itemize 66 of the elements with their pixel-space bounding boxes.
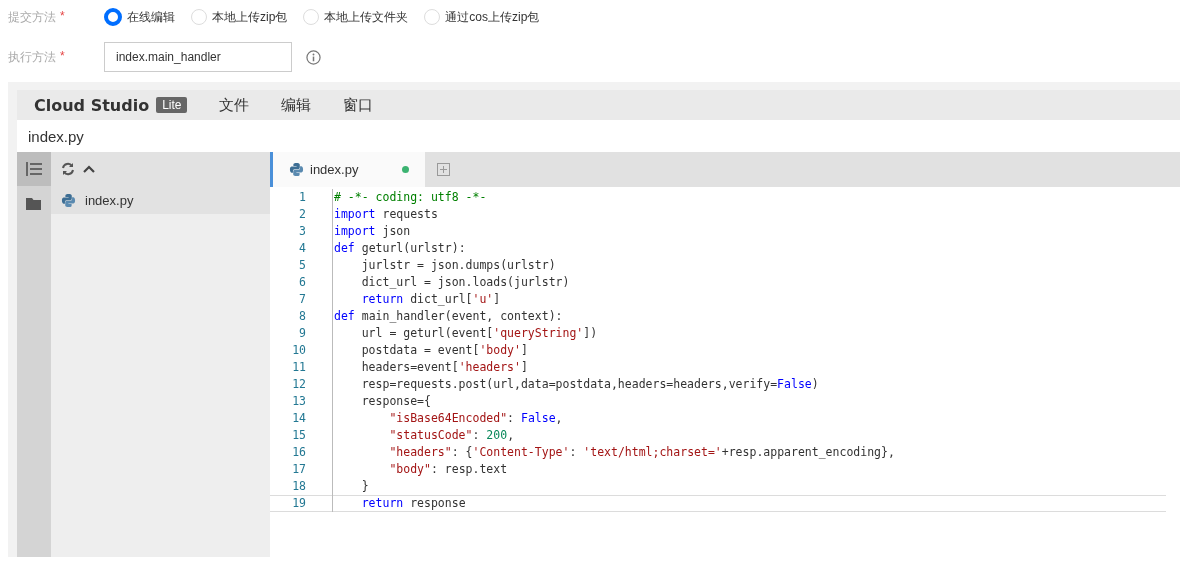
- line-number: 17: [291, 461, 307, 478]
- file-path: index.py: [28, 127, 84, 145]
- line-number: 4: [298, 240, 307, 257]
- line-number: 6: [298, 274, 307, 291]
- code-line: resp=requests.post(url,data=postdata,headers=headers,verify=False): [332, 376, 819, 393]
- plus-icon: [436, 163, 450, 176]
- code-line: # -*- coding: utf8 -*-: [332, 189, 487, 206]
- file-name: index.py: [85, 192, 134, 208]
- line-number: 10: [291, 342, 307, 359]
- line-number: 12: [291, 376, 307, 393]
- line-number: 1: [298, 189, 307, 206]
- code-line: headers=event['headers']: [332, 359, 528, 376]
- line-number: 9: [298, 325, 307, 342]
- radio-option[interactable]: 本地上传zip包: [191, 8, 288, 26]
- python-icon: [61, 192, 76, 208]
- line-number: 15: [291, 427, 307, 444]
- line-number: 16: [291, 444, 307, 461]
- code-line: def geturl(urlstr):: [332, 240, 466, 257]
- line-number: 5: [298, 257, 307, 274]
- line-number: 13: [291, 393, 307, 410]
- code-line: "statusCode": 200,: [332, 427, 515, 444]
- refresh-icon[interactable]: [61, 162, 75, 176]
- list-icon: [26, 162, 42, 176]
- app-title: Cloud Studio: [34, 95, 150, 115]
- required-mark: *: [60, 48, 65, 65]
- code-line: postdata = event['body']: [332, 342, 528, 359]
- line-number: 18: [291, 478, 307, 495]
- field-label: 提交方法: [8, 8, 56, 26]
- line-number: 3: [298, 223, 307, 240]
- tab-label: index.py: [310, 162, 360, 177]
- code-line: response={: [332, 393, 431, 410]
- menu-item[interactable]: 编辑: [281, 95, 312, 115]
- required-mark: *: [60, 8, 65, 25]
- code-line: "body": resp.text: [332, 461, 508, 478]
- info-icon[interactable]: [306, 49, 321, 65]
- code-line: import requests: [332, 206, 438, 223]
- line-number: 11: [291, 359, 307, 376]
- python-icon: [289, 162, 304, 177]
- radio-option[interactable]: 通过cos上传zip包: [424, 8, 540, 26]
- code-line: }: [332, 478, 369, 495]
- outline-button[interactable]: [17, 152, 51, 186]
- menu-item[interactable]: 文件: [219, 95, 250, 115]
- field-label: 执行方法: [8, 48, 56, 66]
- folder-icon: [26, 196, 42, 210]
- code-line: return response: [332, 495, 466, 512]
- tree-item[interactable]: index.py: [51, 186, 270, 214]
- line-number: 19: [291, 495, 307, 512]
- code-line: "headers": {'Content-Type': 'text/html;charset='+resp.apparent_encoding},: [332, 444, 895, 461]
- line-number: 2: [298, 206, 307, 223]
- menu-item[interactable]: 窗口: [343, 95, 374, 115]
- line-number: 8: [298, 308, 307, 325]
- code-line: "isBase64Encoded": False,: [332, 410, 563, 427]
- radio-option[interactable]: 在线编辑: [104, 8, 175, 26]
- code-line: return dict_url['u']: [332, 291, 501, 308]
- line-number: 7: [298, 291, 307, 308]
- chevron-up-icon[interactable]: [83, 164, 95, 174]
- code-line: import json: [332, 223, 411, 240]
- radio-option[interactable]: 本地上传文件夹: [303, 8, 409, 26]
- code-line: url = geturl(event['queryString']): [332, 325, 598, 342]
- editor-tab[interactable]: index.py: [270, 152, 425, 187]
- code-line: dict_url = json.loads(jurlstr): [332, 274, 570, 291]
- code-line: def main_handler(event, context):: [332, 308, 563, 325]
- code-line: jurlstr = json.dumps(urlstr): [332, 257, 556, 274]
- input-field[interactable]: index.main_handler: [104, 42, 292, 72]
- line-number: 14: [291, 410, 307, 427]
- edition-badge: Lite: [156, 97, 188, 113]
